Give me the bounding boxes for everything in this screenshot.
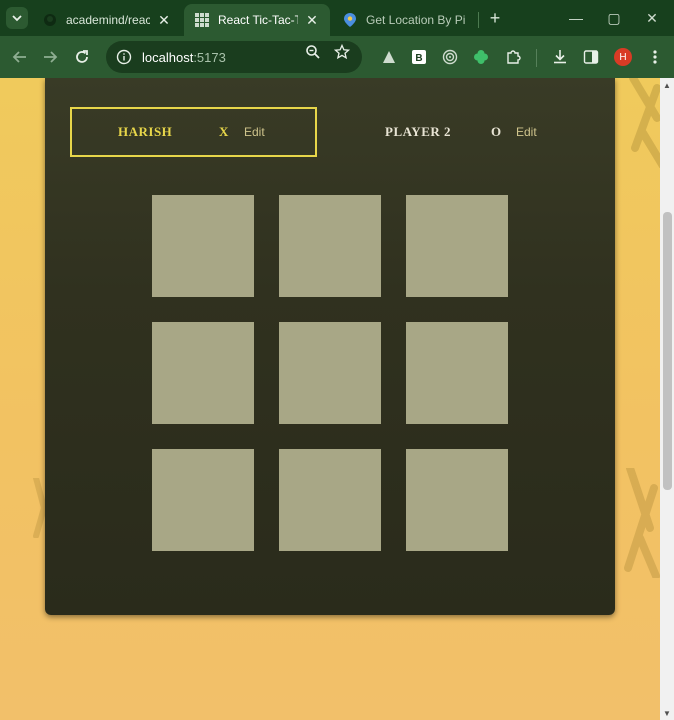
scrollbar-thumb[interactable] xyxy=(663,212,672,490)
browser-toolbar: localhost:5173 B H xyxy=(0,36,674,78)
players-list: HARISH X Edit PLAYER 2 O Edit xyxy=(45,107,615,157)
board-cell-0-1[interactable] xyxy=(279,195,381,297)
page-viewport: HARISH X Edit PLAYER 2 O Edit xyxy=(0,78,660,720)
tab-strip: academind/react-c ✕ React Tic-Tac-Toe ✕ … xyxy=(0,0,674,36)
background-decoration-icon xyxy=(624,468,660,578)
tab-title: academind/react-c xyxy=(66,13,150,27)
extension-target-icon[interactable] xyxy=(441,48,459,66)
tab-title: Get Location By Pi xyxy=(366,13,466,27)
board-cell-1-0[interactable] xyxy=(152,322,254,424)
github-icon xyxy=(42,12,58,28)
player-symbol: O xyxy=(491,124,502,139)
player-symbol: X xyxy=(219,124,229,139)
url-port: :5173 xyxy=(193,49,226,65)
board-cell-2-2[interactable] xyxy=(406,449,508,551)
arrow-right-icon xyxy=(44,51,58,63)
chevron-down-icon xyxy=(12,15,22,22)
address-bar[interactable]: localhost:5173 xyxy=(106,41,362,73)
tab-academind[interactable]: academind/react-c ✕ xyxy=(32,4,182,36)
game-container: HARISH X Edit PLAYER 2 O Edit xyxy=(45,78,615,615)
download-icon[interactable] xyxy=(551,48,569,66)
maximize-icon[interactable]: ▢ xyxy=(604,8,624,28)
side-panel-icon[interactable] xyxy=(582,48,600,66)
new-tab-icon[interactable]: + xyxy=(486,9,504,27)
extension-clover-icon[interactable] xyxy=(472,48,490,66)
extension-b-icon[interactable]: B xyxy=(410,48,428,66)
zoom-icon[interactable] xyxy=(304,43,322,61)
extension-triangle-icon[interactable] xyxy=(380,48,398,66)
board-cell-2-0[interactable] xyxy=(152,449,254,551)
close-window-icon[interactable]: ✕ xyxy=(642,8,662,28)
edit-player-2-button[interactable]: Edit xyxy=(516,125,537,139)
tab-search-button[interactable] xyxy=(6,7,28,29)
scroll-down-arrow-icon[interactable]: ▼ xyxy=(660,706,674,720)
player-2: PLAYER 2 O Edit xyxy=(358,107,605,157)
player-1: HARISH X Edit xyxy=(70,107,317,157)
reload-button[interactable] xyxy=(70,45,94,69)
forward-button[interactable] xyxy=(38,45,62,69)
tab-title: React Tic-Tac-Toe xyxy=(218,13,298,27)
board-cell-1-1[interactable] xyxy=(279,322,381,424)
svg-text:B: B xyxy=(415,53,422,64)
toolbar-separator xyxy=(536,49,537,67)
minimize-icon[interactable]: — xyxy=(566,8,586,28)
map-pin-icon xyxy=(342,12,358,28)
grid-icon xyxy=(194,12,210,28)
menu-kebab-icon[interactable] xyxy=(646,48,664,66)
board-cell-0-2[interactable] xyxy=(406,195,508,297)
back-button[interactable] xyxy=(8,45,32,69)
edit-player-1-button[interactable]: Edit xyxy=(244,125,265,139)
background-decoration-icon xyxy=(629,78,660,168)
arrow-left-icon xyxy=(12,51,26,63)
tab-get-location[interactable]: Get Location By Pi xyxy=(332,4,476,36)
player-name: PLAYER 2 xyxy=(385,124,452,139)
profile-avatar[interactable]: H xyxy=(614,48,632,66)
tab-react-tic-tac-toe[interactable]: React Tic-Tac-Toe ✕ xyxy=(184,4,330,36)
board-cell-1-2[interactable] xyxy=(406,322,508,424)
board-cell-2-1[interactable] xyxy=(279,449,381,551)
board-cell-0-0[interactable] xyxy=(152,195,254,297)
close-icon[interactable]: ✕ xyxy=(156,12,172,28)
info-icon[interactable] xyxy=(116,49,132,65)
player-name: HARISH xyxy=(118,124,173,139)
extensions-puzzle-icon[interactable] xyxy=(504,48,522,66)
tab-separator xyxy=(478,12,479,28)
game-board xyxy=(152,195,508,551)
bookmark-star-icon[interactable] xyxy=(333,43,351,61)
reload-icon xyxy=(76,50,88,63)
url-host: localhost xyxy=(142,49,194,65)
scroll-up-arrow-icon[interactable]: ▲ xyxy=(660,78,674,92)
page-scrollbar[interactable]: ▲ ▼ xyxy=(660,78,674,720)
close-icon[interactable]: ✕ xyxy=(304,12,320,28)
